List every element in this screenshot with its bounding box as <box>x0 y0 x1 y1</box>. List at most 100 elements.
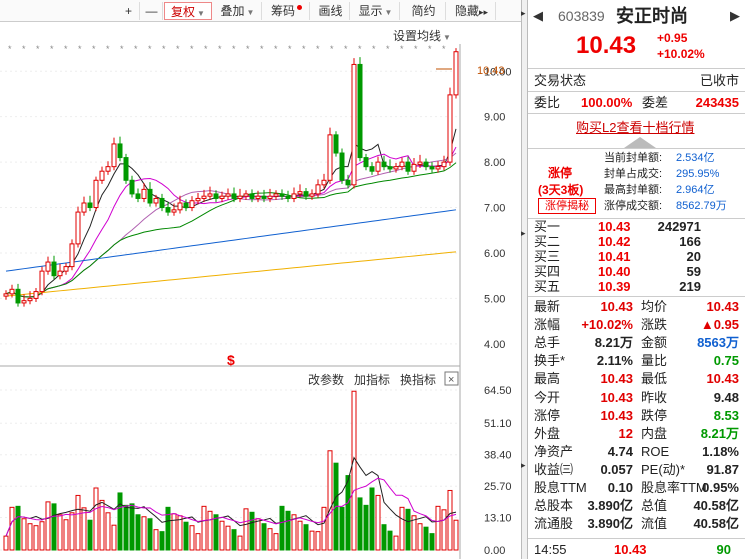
quote-row: 总股本 3.890亿 总值 40.58亿 <box>534 498 739 514</box>
marker-icon: * <box>344 44 348 54</box>
price-tick: 5.00 <box>484 293 505 305</box>
quote-row: 涨幅 +10.02% 涨跌 ▲0.95 <box>534 317 739 333</box>
marker-icon: * <box>36 44 40 54</box>
candle <box>15 288 21 304</box>
divider <box>528 218 745 219</box>
volume-bar <box>363 504 369 551</box>
candle <box>249 193 255 199</box>
marker-icon: * <box>162 44 166 54</box>
quote-row: 涨停 10.43 跌停 8.53 <box>534 407 739 423</box>
quote-row: 流通股 3.890亿 流值 40.58亿 <box>534 516 739 532</box>
volume-bar <box>21 518 27 551</box>
edit-params-button[interactable]: 改参数 <box>308 372 344 387</box>
volume-bar <box>405 508 411 551</box>
candle <box>447 94 453 163</box>
panel-splitter[interactable]: ▸ ▸ ▸ <box>521 0 528 559</box>
l2-link[interactable]: 购买L2查看十档行情 <box>576 117 694 136</box>
candle <box>33 291 39 299</box>
display-menu[interactable]: 显示 ▼ <box>352 2 400 20</box>
candle <box>105 166 111 172</box>
marker-icon: * <box>134 44 138 54</box>
marker-icon: * <box>92 44 96 54</box>
volume-bar <box>135 514 141 551</box>
candle <box>87 202 93 209</box>
volume-bar <box>351 390 357 551</box>
volume-bar <box>231 529 237 551</box>
add-indicator-button[interactable]: 加指标 <box>354 372 390 387</box>
price-tick: 6.00 <box>484 248 505 260</box>
prev-stock-icon[interactable]: ◀ <box>533 5 543 27</box>
divider <box>528 538 745 539</box>
marker-icon: * <box>274 44 278 54</box>
marker-icon: * <box>358 44 362 54</box>
limit-up-reveal-button[interactable]: 涨停揭秘 <box>538 198 596 214</box>
candle <box>117 143 123 159</box>
candle <box>99 170 105 181</box>
volume-bar <box>435 505 441 551</box>
last-price-tag: 10.43 <box>477 65 505 77</box>
hide-button[interactable]: 隐藏▸▸ <box>448 2 496 20</box>
kline-chart[interactable]: * * * * * * * * * * * * * * * * * * * * * * * * * * * * * * * * 10.009.… <box>0 22 521 559</box>
candle <box>381 161 387 168</box>
volume-bar <box>153 529 159 551</box>
volume-bars <box>3 390 459 551</box>
candle <box>237 195 243 199</box>
candle <box>441 161 447 168</box>
candle <box>207 193 213 197</box>
marker-icon: * <box>400 44 404 54</box>
candle <box>429 166 435 170</box>
candle <box>159 197 165 209</box>
marker-icon: * <box>64 44 68 54</box>
volume-bar <box>117 492 123 551</box>
divider <box>528 91 745 92</box>
volume-bar <box>387 530 393 551</box>
quote-row: 外盘 12 内盘 8.21万 <box>534 425 739 441</box>
price-tick: 4.00 <box>484 339 505 351</box>
candle <box>351 63 357 186</box>
candle <box>147 188 153 204</box>
volume-bar <box>33 525 39 551</box>
candle <box>357 63 363 159</box>
candle <box>111 143 117 168</box>
candle <box>423 161 429 168</box>
marker-icon: * <box>246 44 250 54</box>
divider <box>528 68 745 69</box>
candle <box>63 266 69 272</box>
volume-bar <box>441 509 447 551</box>
candle <box>51 261 57 277</box>
marker-icon: * <box>442 44 446 54</box>
candle <box>213 193 219 199</box>
chips-button[interactable]: 筹码 <box>264 2 310 20</box>
volume-bar <box>51 503 57 551</box>
volume-bar <box>105 512 111 551</box>
limit-stat-row: 当前封单额: 2.534亿 <box>604 152 715 164</box>
weibi-row: 委比 100.00% 委差 243435 <box>534 95 739 110</box>
draw-line-button[interactable]: 画线 <box>312 2 350 20</box>
chart-toolbar: + — 复权 ▼ 叠加 ▼ 筹码 画线 显示 ▼ 简约 隐藏▸▸ <box>0 0 521 22</box>
zoom-out-button[interactable]: — <box>141 2 163 20</box>
volume-bar <box>201 505 207 551</box>
zoom-in-button[interactable]: + <box>118 2 140 20</box>
price-tick: 9.00 <box>484 112 505 124</box>
volume-bar <box>111 524 117 551</box>
overlay-menu[interactable]: 叠加 ▼ <box>214 2 262 20</box>
candle <box>387 166 393 170</box>
quote-row: 股息TTM 0.10 股息率TTM 0.95% <box>534 480 739 495</box>
candle <box>123 157 129 181</box>
switch-indicator-button[interactable]: 换指标 <box>400 372 436 387</box>
volume-bar <box>195 533 201 551</box>
chevron-down-icon: ▼ <box>197 9 205 18</box>
chevron-right-icon: ▸ <box>521 460 526 470</box>
candle <box>267 195 273 199</box>
collapse-arrow-icon[interactable] <box>624 137 656 148</box>
volume-bar <box>285 510 291 551</box>
ma-line <box>5 128 457 298</box>
next-stock-icon[interactable]: ▶ <box>730 5 740 27</box>
volume-tick: 0.00 <box>484 545 505 557</box>
simple-button[interactable]: 简约 <box>402 2 446 20</box>
fuquan-menu[interactable]: 复权 ▼ <box>164 2 212 20</box>
ma-settings-button[interactable]: 设置均线 ▼ <box>393 27 451 44</box>
candle <box>261 195 267 199</box>
marker-icon: * <box>106 44 110 54</box>
marker-icon: * <box>302 44 306 54</box>
